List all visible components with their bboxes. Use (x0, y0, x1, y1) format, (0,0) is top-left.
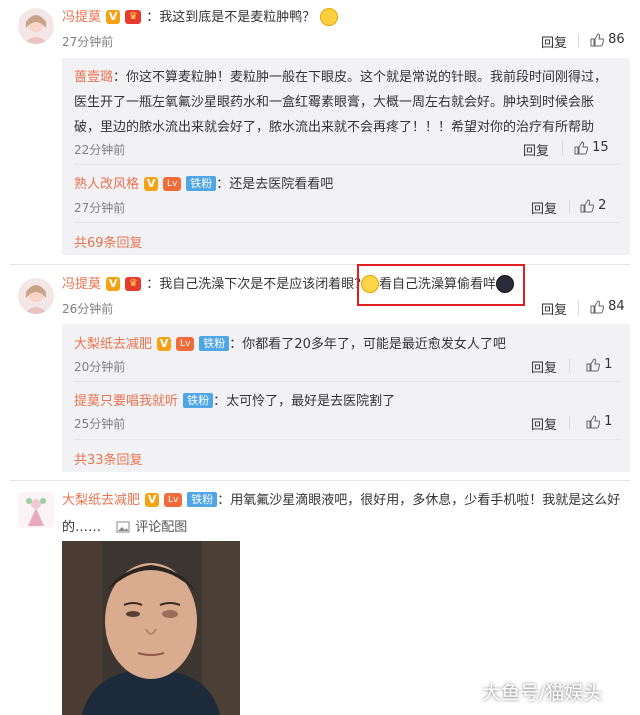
like-count: 1 (604, 357, 613, 372)
username[interactable]: 提莫只要唱我就听 (74, 394, 178, 409)
like-count: 15 (592, 140, 609, 155)
like-icon (590, 32, 604, 46)
username[interactable]: 大梨纸去减肥 (74, 337, 152, 352)
like-button[interactable]: 15 (574, 140, 609, 155)
divider (569, 359, 570, 373)
reply-button[interactable]: 回复 (541, 299, 567, 318)
crown-badge-icon: ♛ (125, 276, 142, 291)
like-button[interactable]: 84 (590, 299, 625, 314)
divider (578, 301, 579, 315)
divider (74, 439, 620, 440)
reply-line: 大梨纸去减肥 V Lv 铁粉 ：你都看了20多年了，可能是最近愈发女人了吧 (74, 333, 506, 352)
username[interactable]: 冯提莫 (62, 277, 101, 292)
divider (578, 34, 579, 48)
comment-header: 冯提莫 V ♛ ：我这到底是不是麦粒肿鸭？ (62, 6, 339, 26)
divider (10, 480, 630, 481)
like-count: 86 (608, 32, 625, 47)
like-icon (580, 198, 594, 212)
fan-badge: 铁粉 (199, 336, 230, 351)
like-icon (586, 414, 600, 428)
level-badge-icon: Lv (164, 492, 183, 507)
vip-v-icon: V (106, 276, 121, 291)
timestamp: 27分钟前 (74, 201, 126, 215)
like-icon (574, 140, 588, 154)
reply-line: 提莫只要唱我就听 铁粉 ：太可怜了，最好是去医院割了 (74, 390, 395, 409)
like-button[interactable]: 2 (580, 198, 606, 213)
reply-button[interactable]: 回复 (541, 32, 567, 51)
divider (74, 381, 620, 382)
laughing-emoji-icon (320, 7, 339, 26)
reply-button[interactable]: 回复 (531, 198, 557, 217)
like-icon (590, 299, 604, 313)
timestamp: 25分钟前 (74, 417, 126, 431)
timestamp: 26分钟前 (62, 302, 114, 316)
divider (562, 142, 563, 156)
comment-text: ：用氧氟沙星滴眼液吧，很好用，多休息，少看手机啦！我就是这么好 (217, 493, 621, 508)
like-count: 84 (608, 299, 625, 314)
like-count: 2 (598, 198, 607, 213)
comment-header: 冯提莫 V ♛ ：我自己洗澡下次是不是应该闭着眼？ (62, 273, 367, 292)
reply-button[interactable]: 回复 (523, 140, 549, 159)
reply-button[interactable]: 回复 (531, 414, 557, 433)
image-link-label: 评论配图 (135, 520, 188, 535)
username[interactable]: 熟人改风格 (74, 177, 139, 192)
reply-text: ：还是去医院看看吧 (216, 177, 334, 192)
vip-v-icon: V (106, 9, 121, 24)
image-link[interactable]: 评论配图 (116, 516, 187, 535)
crown-badge-icon: ♛ (125, 9, 142, 24)
divider (74, 164, 620, 165)
more-replies-link[interactable]: 共33条回复 (74, 449, 143, 468)
fan-badge: 铁粉 (183, 393, 214, 408)
like-icon (586, 357, 600, 371)
reply-text: ：太可怜了，最好是去医院割了 (213, 394, 396, 409)
image-icon (116, 521, 130, 532)
level-badge-icon: Lv (163, 176, 182, 191)
like-count: 1 (604, 414, 613, 429)
username[interactable]: 冯提莫 (62, 10, 101, 25)
reply-text: 破，里边的脓水流出来就会好了，脓水流出来就不会再疼了！！！希望对你的治疗有所帮助 (74, 120, 595, 135)
reply-text: ：你都看了20多年了，可能是最近愈发女人了吧 (229, 337, 506, 352)
avatar[interactable] (18, 278, 54, 314)
fan-badge: 铁粉 (186, 176, 217, 191)
comment-text: 的…… (62, 520, 102, 535)
comment-text: ：我自己洗澡下次是不是应该闭着眼？ (146, 277, 368, 292)
timestamp: 20分钟前 (74, 360, 126, 374)
reply-text: 医生开了一瓶左氧氟沙星眼药水和一盒红霉素眼膏，大概一周左右就会好。肿块到时候会胀 (74, 95, 595, 110)
username[interactable]: 蔷壹璐 (74, 70, 113, 85)
reply-line: 蔷壹璐：你这不算麦粒肿！麦粒肿一般在下眼皮。这个就是常说的针眼。我前段时间刚得过… (74, 66, 607, 85)
avatar[interactable] (18, 492, 54, 528)
reply-text: ：你这不算麦粒肿！麦粒肿一般在下眼皮。这个就是常说的针眼。我前段时间刚得过， (113, 70, 608, 85)
smile-emoji-icon (361, 274, 379, 293)
watermark: 大鱼号/猫娱头 (482, 682, 603, 704)
highlight-content: 看自己洗澡算偷看咩 (361, 273, 515, 293)
divider (10, 264, 630, 265)
like-button[interactable]: 1 (586, 357, 612, 372)
comment-header: 大梨纸去减肥 V Lv 铁粉 ：用氧氟沙星滴眼液吧，很好用，多休息，少看手机啦！我… (62, 489, 620, 508)
timestamp: 27分钟前 (62, 35, 114, 49)
username[interactable]: 大梨纸去减肥 (62, 493, 140, 508)
reply-button[interactable]: 回复 (531, 357, 557, 376)
reply-line: 熟人改风格 V Lv 铁粉 ：还是去医院看看吧 (74, 173, 333, 192)
fan-badge: 铁粉 (187, 492, 218, 507)
divider (74, 222, 620, 223)
comment-line-2: 的…… 评论配图 (62, 516, 187, 535)
dog-emoji-icon (496, 274, 515, 293)
comment-photo[interactable] (62, 541, 240, 715)
timestamp: 22分钟前 (74, 143, 126, 157)
vip-v-icon: V (144, 176, 159, 191)
like-button[interactable]: 86 (590, 32, 625, 47)
vip-v-icon: V (145, 492, 160, 507)
divider (569, 416, 570, 430)
level-badge-icon: Lv (176, 336, 195, 351)
comment-text: ：我这到底是不是麦粒肿鸭？ (146, 10, 316, 25)
vip-v-icon: V (157, 336, 172, 351)
divider (569, 200, 570, 214)
like-button[interactable]: 1 (586, 414, 612, 429)
comment-text: 看自己洗澡算偷看咩 (379, 277, 497, 292)
more-replies-link[interactable]: 共69条回复 (74, 232, 143, 251)
avatar[interactable] (18, 8, 54, 44)
